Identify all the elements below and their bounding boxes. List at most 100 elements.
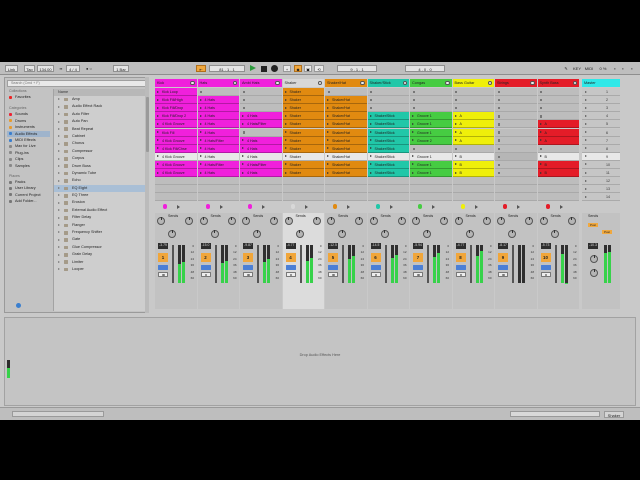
clip-slot-empty[interactable] <box>410 185 452 194</box>
track-activator-icon[interactable] <box>163 204 168 209</box>
clip-slot-filled[interactable]: Shaker/Hat <box>325 128 367 137</box>
send-a-knob[interactable] <box>157 217 165 225</box>
list-item[interactable]: Auto Pan <box>54 118 146 125</box>
clip-play-icon[interactable] <box>242 155 244 158</box>
preview-icon[interactable] <box>16 303 21 308</box>
track-activator-button[interactable]: 9 <box>498 253 508 262</box>
clip-slot-empty[interactable] <box>537 104 579 113</box>
scene-play-icon[interactable] <box>585 187 587 190</box>
track-header[interactable]: Strings <box>495 79 537 87</box>
clip-slot-empty[interactable] <box>410 193 452 202</box>
clip-stop-icon[interactable] <box>497 115 500 118</box>
clip-slot-filled[interactable]: Shaker/Stick <box>367 160 409 169</box>
clip-slot-filled[interactable]: Shaker <box>282 104 324 113</box>
scene-launch[interactable]: 11 <box>582 169 620 177</box>
clip-slot-filled[interactable]: Shaker/Hat <box>325 136 367 145</box>
clip-slot-filled[interactable]: 4 Hats <box>197 169 239 177</box>
song-position[interactable]: 81 . 1 . 1 <box>209 65 245 72</box>
expand-arrow-icon[interactable] <box>58 135 60 138</box>
volume-fader[interactable] <box>554 245 557 283</box>
loop-button[interactable]: ⟲ <box>314 65 324 72</box>
scene-play-icon[interactable] <box>585 155 587 158</box>
clip-slot-filled[interactable]: Groove 1 <box>410 112 452 121</box>
clip-play-icon[interactable] <box>412 114 414 117</box>
clip-play-icon[interactable] <box>369 163 372 166</box>
clip-stop-icon[interactable] <box>497 98 500 102</box>
track-header[interactable]: Congas <box>410 79 452 87</box>
clip-stop-icon[interactable] <box>370 107 373 110</box>
expand-arrow-icon[interactable] <box>58 201 60 204</box>
clip-slot-empty[interactable] <box>240 128 282 137</box>
arm-button[interactable] <box>285 272 296 277</box>
link-button[interactable]: Link <box>5 65 18 72</box>
clip-play-icon[interactable] <box>539 131 542 134</box>
list-item[interactable]: Auto Filter <box>54 111 146 118</box>
clip-stop-icon[interactable] <box>497 123 500 126</box>
clip-play-icon[interactable] <box>369 114 372 117</box>
clip-play-icon[interactable] <box>284 155 287 158</box>
clip-slot-filled[interactable]: Groove 1 <box>410 152 452 161</box>
track-activator-icon[interactable] <box>333 204 338 209</box>
clip-slot-filled[interactable]: 4 Hats/Filter <box>197 160 239 169</box>
clip-slot-empty[interactable] <box>495 169 537 177</box>
clip-slot-filled[interactable]: Kick Loop <box>155 88 197 96</box>
clip-slot-filled[interactable]: Shaker <box>282 128 324 137</box>
list-item[interactable]: Grain Delay <box>54 251 146 258</box>
clip-play-icon[interactable] <box>242 171 244 174</box>
clip-slot-filled[interactable]: B <box>537 152 579 161</box>
clip-play-icon[interactable] <box>284 139 287 142</box>
track-activator-button[interactable]: 4 <box>285 253 296 262</box>
list-item[interactable]: Amp <box>54 96 146 103</box>
clip-play-icon[interactable] <box>157 155 159 158</box>
clip-slot-filled[interactable]: Shaker/Stick <box>367 169 409 177</box>
clip-slot-filled[interactable]: 4 Hats <box>197 104 239 113</box>
clip-slot-empty[interactable] <box>452 144 494 153</box>
track-activator-icon[interactable] <box>460 204 465 209</box>
clip-slot-empty[interactable] <box>197 177 239 186</box>
sidebar-item-favorites[interactable]: Favorites <box>7 94 50 100</box>
send-b-knob[interactable] <box>525 217 533 225</box>
clip-slot-empty[interactable] <box>495 152 537 161</box>
clip-slot-empty[interactable] <box>452 177 494 186</box>
pan-knob[interactable] <box>550 230 559 238</box>
clip-slot-empty[interactable] <box>367 104 409 113</box>
clip-slot-filled[interactable]: 4 Hats <box>197 128 239 137</box>
tempo-field[interactable]: 134.00 <box>37 65 54 72</box>
clip-play-icon[interactable] <box>412 122 414 125</box>
clip-slot-filled[interactable]: Groove 1 <box>410 128 452 137</box>
track-activator-button[interactable]: 5 <box>328 253 338 262</box>
track-stop-button-icon[interactable] <box>389 204 393 209</box>
clip-slot-filled[interactable]: Shaker <box>282 136 324 145</box>
clip-play-icon[interactable] <box>454 122 457 125</box>
clip-stop-icon[interactable] <box>242 131 245 134</box>
clip-stop-icon[interactable] <box>540 147 543 150</box>
clip-play-icon[interactable] <box>157 171 159 174</box>
track-activator-icon[interactable] <box>205 204 210 209</box>
clip-slot-filled[interactable]: Shaker/Hat <box>325 169 367 177</box>
volume-fader[interactable] <box>257 245 259 283</box>
pan-knob[interactable] <box>210 230 219 238</box>
clip-slot-filled[interactable]: 4 Hats <box>197 144 239 153</box>
clip-play-icon[interactable] <box>539 139 542 142</box>
clip-slot-filled[interactable]: 4 Kick Groove <box>155 169 197 177</box>
clip-slot-empty[interactable] <box>537 96 579 105</box>
volume-field[interactable]: -8.17 <box>498 243 508 249</box>
clip-play-icon[interactable] <box>327 106 329 109</box>
volume-field[interactable]: -5.94 <box>413 243 423 249</box>
clip-play-icon[interactable] <box>284 147 287 150</box>
clip-slot-filled[interactable]: 4 Hats <box>240 144 282 153</box>
solo-button[interactable] <box>370 265 381 270</box>
expand-arrow-icon[interactable] <box>58 224 60 227</box>
clip-slot-empty[interactable] <box>495 160 537 169</box>
scene-play-icon[interactable] <box>585 106 587 109</box>
clip-play-icon[interactable] <box>284 131 287 134</box>
solo-button[interactable] <box>540 265 551 270</box>
clip-slot-empty[interactable] <box>197 88 239 96</box>
clip-play-icon[interactable] <box>199 114 202 117</box>
list-item[interactable]: Beat Repeat <box>54 126 146 133</box>
scene-launch[interactable]: 13 <box>582 185 620 194</box>
clip-slot-empty[interactable] <box>495 185 537 194</box>
clip-slot-empty[interactable] <box>452 193 494 202</box>
send-b-knob[interactable] <box>440 217 448 225</box>
loop-length[interactable]: 4 . 0 . 0 <box>405 65 445 72</box>
